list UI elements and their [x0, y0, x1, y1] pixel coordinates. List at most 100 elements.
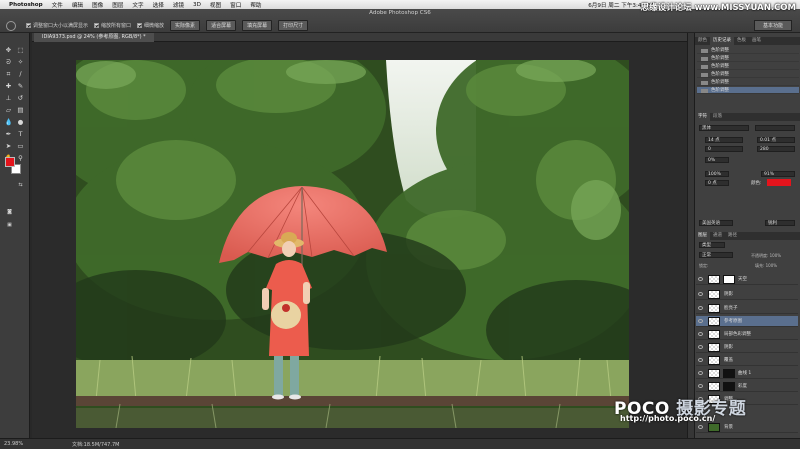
history-brush-icon[interactable]: ↺ — [16, 94, 25, 102]
layer-row[interactable]: 脸亮子 — [696, 303, 798, 314]
path-select-icon[interactable]: ➤ — [4, 142, 13, 150]
eye-icon[interactable] — [698, 277, 703, 281]
zoom-tool-icon[interactable] — [6, 20, 16, 31]
document-tab[interactable]: IDIA9373.psd @ 24% (参考原图, RGB/8*) * — [34, 33, 154, 42]
menu-layer[interactable]: 图层 — [112, 1, 123, 9]
vertical-scale-field[interactable]: 0% — [705, 157, 729, 163]
document-photo[interactable] — [76, 60, 629, 428]
move-tool-icon[interactable]: ✥ — [4, 46, 13, 54]
menu-help[interactable]: 帮助 — [250, 1, 261, 9]
swap-colors-icon[interactable]: ⇆ — [16, 181, 25, 189]
horizontal-scale-field[interactable]: 100% — [705, 171, 729, 177]
history-item[interactable]: 色阶调整 — [697, 79, 799, 86]
healing-brush-icon[interactable]: ✚ — [4, 82, 13, 90]
eye-icon[interactable] — [698, 358, 703, 362]
layer-filter-select[interactable]: 类型 — [699, 242, 725, 248]
menu-view[interactable]: 视图 — [210, 1, 221, 9]
pen-tool-icon[interactable]: ✒ — [4, 130, 13, 138]
lasso-tool-icon[interactable]: ᘐ — [4, 58, 13, 66]
eyedropper-icon[interactable]: ∕ — [16, 70, 25, 78]
eye-icon[interactable] — [698, 319, 703, 323]
tracking-field[interactable]: 280 — [757, 146, 795, 152]
eye-icon[interactable] — [698, 384, 703, 388]
zoom-level[interactable]: 23.98% — [4, 441, 23, 447]
history-item[interactable]: 色阶调整 — [697, 71, 799, 78]
layer-row-background[interactable]: 背景 — [696, 422, 798, 433]
crop-tool-icon[interactable]: ⌗ — [4, 70, 13, 78]
shape-tool-icon[interactable]: ▭ — [16, 142, 25, 150]
menu-window[interactable]: 窗口 — [230, 1, 241, 9]
tab-brush[interactable]: 画笔 — [749, 37, 764, 45]
panel-dock-strip[interactable] — [687, 33, 694, 438]
text-color-swatch[interactable] — [767, 179, 791, 186]
blend-mode-select[interactable]: 正常 — [699, 252, 733, 258]
eye-icon[interactable] — [698, 371, 703, 375]
eye-icon[interactable] — [698, 425, 703, 429]
type-tool-icon[interactable]: T — [16, 130, 25, 138]
brush-tool-icon[interactable]: ✎ — [16, 82, 25, 90]
menu-type[interactable]: 文字 — [132, 1, 143, 9]
scale-right-field[interactable]: 91% — [761, 171, 795, 177]
dodge-tool-icon[interactable]: ● — [16, 118, 25, 126]
layer-row[interactable]: 天空 — [696, 274, 798, 285]
tab-channels[interactable]: 通道 — [710, 232, 725, 240]
magic-wand-icon[interactable]: ✧ — [16, 58, 25, 66]
layer-row-selected[interactable]: 参考原图 — [696, 316, 798, 327]
fill-screen-button[interactable]: 填充屏幕 — [242, 20, 273, 31]
screen-mode-icon[interactable]: ▣ — [5, 221, 14, 229]
antialias-select[interactable]: 锐利 — [765, 220, 795, 226]
tab-layers[interactable]: 图层 — [695, 232, 710, 240]
tab-paragraph[interactable]: 段落 — [710, 113, 725, 121]
marquee-tool-icon[interactable]: ⬚ — [16, 46, 25, 54]
font-family-select[interactable]: 黑体 — [699, 125, 749, 131]
history-item[interactable]: 色阶调整 — [697, 47, 799, 54]
actual-pixels-button[interactable]: 实际像素 — [170, 20, 201, 31]
zoom-all-option[interactable]: 缩放所有窗口 — [94, 22, 131, 29]
zoom-tool-icon[interactable]: ⚲ — [16, 154, 25, 162]
gradient-tool-icon[interactable]: ▤ — [16, 106, 25, 114]
layer-row[interactable]: 阴影 — [696, 289, 798, 300]
menu-select[interactable]: 选择 — [153, 1, 164, 9]
tab-paths[interactable]: 路径 — [725, 232, 740, 240]
opacity-control[interactable]: 不透明度: 100% — [751, 253, 781, 259]
kerning-field[interactable]: 0 — [705, 146, 743, 152]
layer-row[interactable]: 阴影 — [696, 342, 798, 353]
menu-file[interactable]: 文件 — [52, 1, 63, 9]
foreground-color-swatch[interactable] — [5, 157, 15, 167]
scrubby-zoom-option[interactable]: 细微缩放 — [137, 22, 164, 29]
baseline-shift-field[interactable]: 0 点 — [705, 180, 729, 186]
layer-row[interactable]: 彩度 — [696, 381, 798, 392]
eye-icon[interactable] — [698, 345, 703, 349]
fill-control[interactable]: 填充: 100% — [755, 263, 777, 269]
blur-tool-icon[interactable]: 💧 — [4, 118, 13, 126]
font-style-select[interactable] — [755, 125, 795, 131]
layer-row[interactable]: 局部色彩调整 — [696, 329, 798, 340]
workspace-switcher[interactable]: 基本功能 — [753, 20, 792, 31]
eye-icon[interactable] — [698, 332, 703, 336]
fit-screen-button[interactable]: 适合屏幕 — [206, 20, 237, 31]
print-size-button[interactable]: 打印尺寸 — [278, 20, 309, 31]
menu-image[interactable]: 图像 — [92, 1, 103, 9]
menu-3d[interactable]: 3D — [193, 2, 201, 8]
eye-icon[interactable] — [698, 306, 703, 310]
layer-row[interactable]: 曲线 1 — [696, 368, 798, 379]
tab-swatches[interactable]: 色板 — [734, 37, 749, 45]
tab-history[interactable]: 历史记录 — [710, 37, 734, 45]
document-size[interactable]: 文档:18.5M/747.7M — [72, 441, 119, 448]
tab-character[interactable]: 字符 — [695, 113, 710, 121]
history-item[interactable]: 色阶调整 — [697, 63, 799, 70]
menu-filter[interactable]: 滤镜 — [173, 1, 184, 9]
tab-color[interactable]: 颜色 — [695, 37, 710, 45]
language-select[interactable]: 美国英语 — [699, 220, 733, 226]
eraser-tool-icon[interactable]: ▱ — [4, 106, 13, 114]
resize-windows-option[interactable]: 调整窗口大小以满屏显示 — [26, 22, 88, 29]
font-size-field[interactable]: 14 点 — [705, 137, 743, 143]
history-item-selected[interactable]: 色阶调整 — [697, 87, 799, 94]
app-menu[interactable]: Photoshop — [9, 2, 43, 8]
menu-edit[interactable]: 编辑 — [72, 1, 83, 9]
quick-mask-icon[interactable]: ◙ — [5, 208, 14, 216]
leading-field[interactable]: 0.01 点 — [757, 137, 795, 143]
layer-row[interactable]: 覆盖 — [696, 355, 798, 366]
eye-icon[interactable] — [698, 292, 703, 296]
clone-stamp-icon[interactable]: ⊥ — [4, 94, 13, 102]
